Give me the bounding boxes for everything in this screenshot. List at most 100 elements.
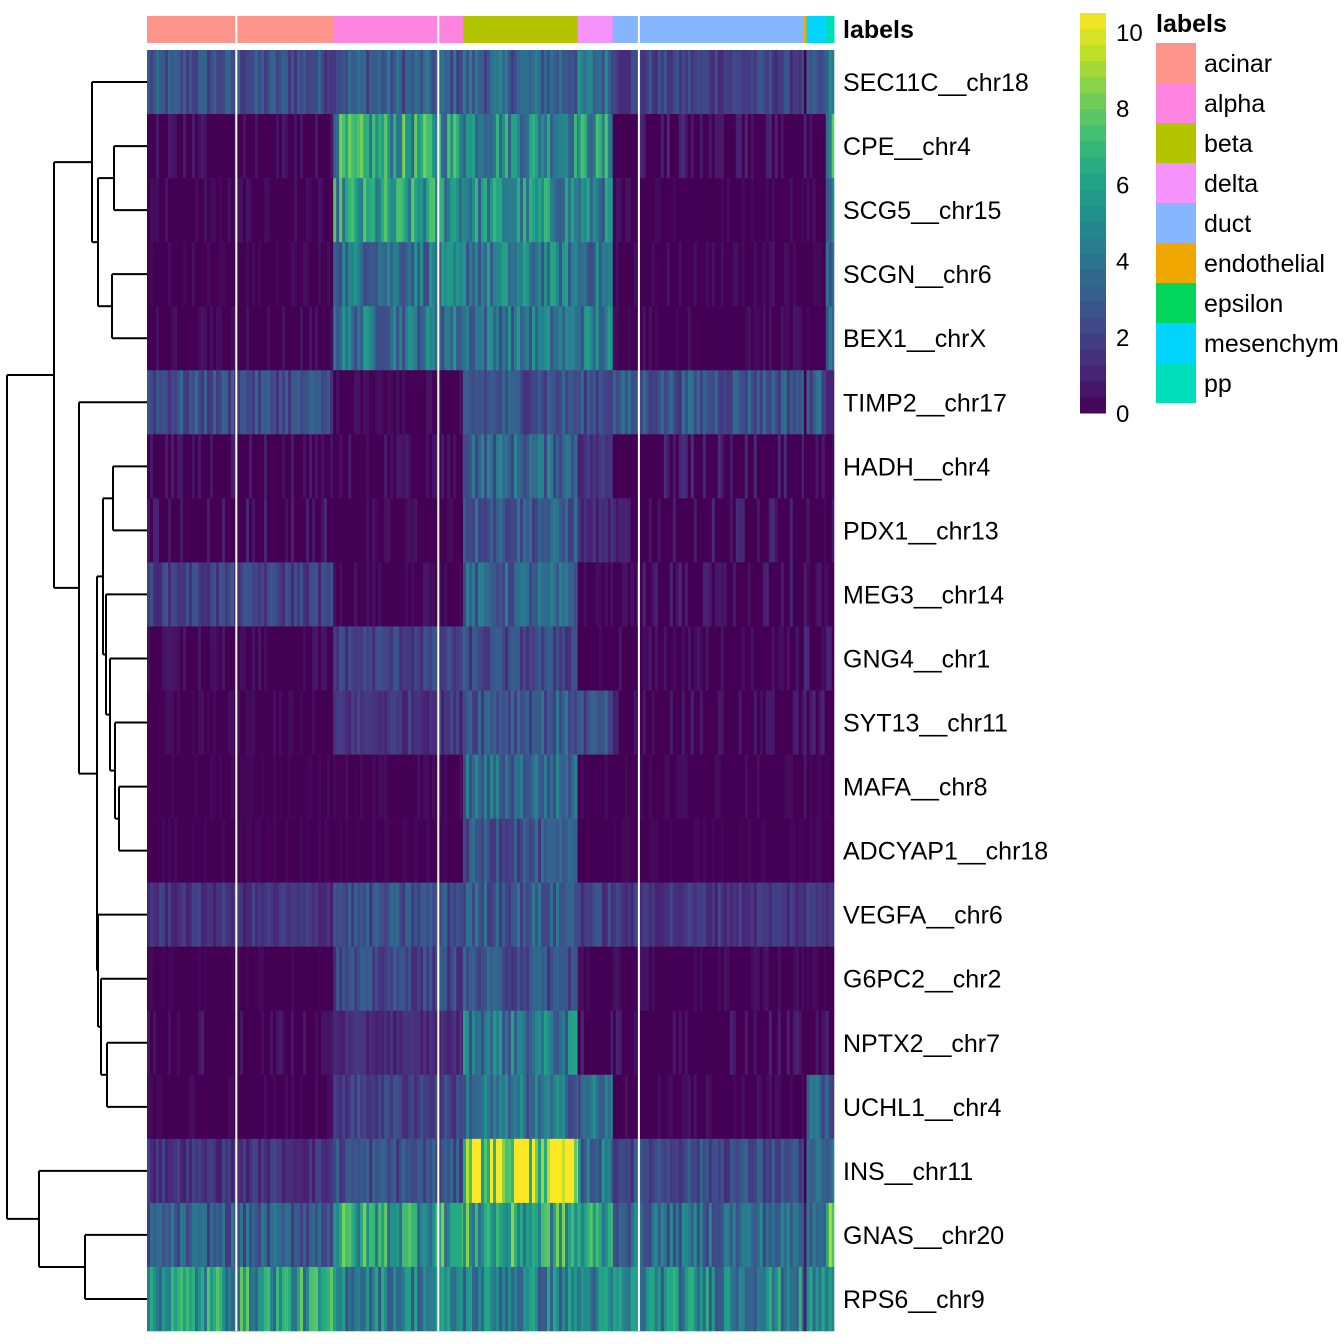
annotation-bar (147, 16, 835, 43)
heatmap-cell (765, 1138, 770, 1204)
heatmap-cell (174, 370, 178, 435)
heatmap-cell (213, 242, 217, 307)
heatmap-cell (818, 498, 822, 563)
heatmap-cell (589, 562, 594, 627)
heatmap-cell (441, 562, 445, 627)
heatmap-cell (333, 818, 337, 883)
heatmap-cell (795, 1266, 800, 1332)
heatmap-cell (798, 818, 803, 883)
heatmap-cell (366, 1266, 370, 1332)
heatmap-cell (487, 370, 491, 435)
heatmap-cell (747, 690, 752, 755)
heatmap-cell (565, 1138, 569, 1204)
heatmap-cell (453, 1138, 457, 1204)
heatmap-cell (589, 818, 594, 883)
heatmap-cell (765, 1010, 770, 1076)
heatmap-cell (417, 946, 421, 1012)
heatmap-cell (222, 818, 226, 883)
heatmap-cell (297, 1138, 301, 1204)
heatmap-cell (535, 370, 539, 435)
heatmap-cell (798, 370, 803, 435)
heatmap-cell (795, 818, 800, 883)
heatmap-cell (696, 1010, 701, 1076)
heatmap-cell (735, 754, 740, 819)
heatmap-cell (765, 242, 770, 307)
heatmap-cell (556, 498, 560, 563)
heatmap-cell (330, 882, 334, 947)
heatmap-cell (747, 242, 752, 307)
heatmap-row (147, 370, 835, 435)
heatmap-cell (165, 370, 169, 435)
heatmap-cell (541, 1010, 545, 1076)
heatmap-cell (595, 562, 600, 627)
heatmap-cell (165, 242, 169, 307)
heatmap-cell (514, 1266, 518, 1332)
heatmap-cell (696, 1266, 701, 1332)
heatmap-cell (171, 1074, 175, 1140)
heatmap-cell (615, 498, 620, 563)
heatmap-cell (499, 562, 503, 627)
heatmap-cell (348, 306, 352, 371)
heatmap-cell (821, 562, 825, 627)
heatmap-cell (300, 1266, 304, 1332)
heatmap-cell (345, 114, 349, 179)
heatmap-cell (171, 1202, 175, 1268)
heatmap-cell (171, 178, 175, 243)
heatmap-cell (529, 242, 533, 307)
heatmap-cell (762, 50, 767, 115)
heatmap-cell (598, 498, 603, 563)
heatmap-cell (333, 946, 337, 1012)
heatmap-cell (792, 562, 797, 627)
heatmap-cell (267, 754, 271, 819)
heatmap-cell (487, 562, 491, 627)
legend-swatch-beta (1156, 123, 1196, 163)
heatmap-cell (541, 1138, 545, 1204)
heatmap-cell (177, 178, 181, 243)
heatmap-cell (514, 498, 518, 563)
heatmap-cell (183, 178, 187, 243)
heatmap-cell (294, 178, 298, 243)
row-label: VEGFA__chr6 (843, 902, 1003, 930)
heatmap-cell (762, 626, 767, 691)
heatmap-cell (237, 626, 241, 691)
heatmap-cell (249, 946, 253, 1012)
heatmap-cell (741, 882, 746, 947)
heatmap-cell (327, 1202, 331, 1268)
heatmap-cell (258, 178, 262, 243)
heatmap-cell (363, 114, 367, 179)
heatmap-cell (333, 882, 337, 947)
row-label: RPS6__chr9 (843, 1286, 985, 1314)
heatmap-cell (774, 306, 779, 371)
heatmap-cell (615, 370, 620, 435)
heatmap-cell (282, 50, 286, 115)
heatmap-cell (243, 242, 247, 307)
heatmap-cell (408, 114, 412, 179)
heatmap-cell (514, 178, 518, 243)
heatmap-cell (666, 114, 671, 179)
heatmap-cell (550, 626, 554, 691)
heatmap-cell (195, 50, 199, 115)
heatmap-cell (276, 946, 280, 1012)
heatmap-cell (481, 946, 485, 1012)
heatmap-cell (487, 50, 491, 115)
heatmap-cell (648, 1202, 653, 1268)
heatmap-cell (717, 370, 722, 435)
heatmap-cell (177, 1074, 181, 1140)
heatmap-cell (432, 882, 436, 947)
heatmap-cell (159, 754, 163, 819)
heatmap-cell (592, 114, 597, 179)
heatmap-cell (219, 306, 223, 371)
heatmap-cell (690, 178, 695, 243)
heatmap-cell (246, 178, 250, 243)
heatmap-cell (648, 434, 653, 499)
heatmap-cell (189, 370, 193, 435)
heatmap-cell (583, 754, 588, 819)
heatmap-cell (336, 498, 340, 563)
heatmap-cell (714, 498, 719, 563)
heatmap-cell (174, 626, 178, 691)
heatmap-cell (648, 306, 653, 371)
heatmap-cell (306, 1266, 310, 1332)
heatmap-cell (469, 1266, 473, 1332)
heatmap-cell (414, 1138, 418, 1204)
heatmap-cell (618, 562, 623, 627)
